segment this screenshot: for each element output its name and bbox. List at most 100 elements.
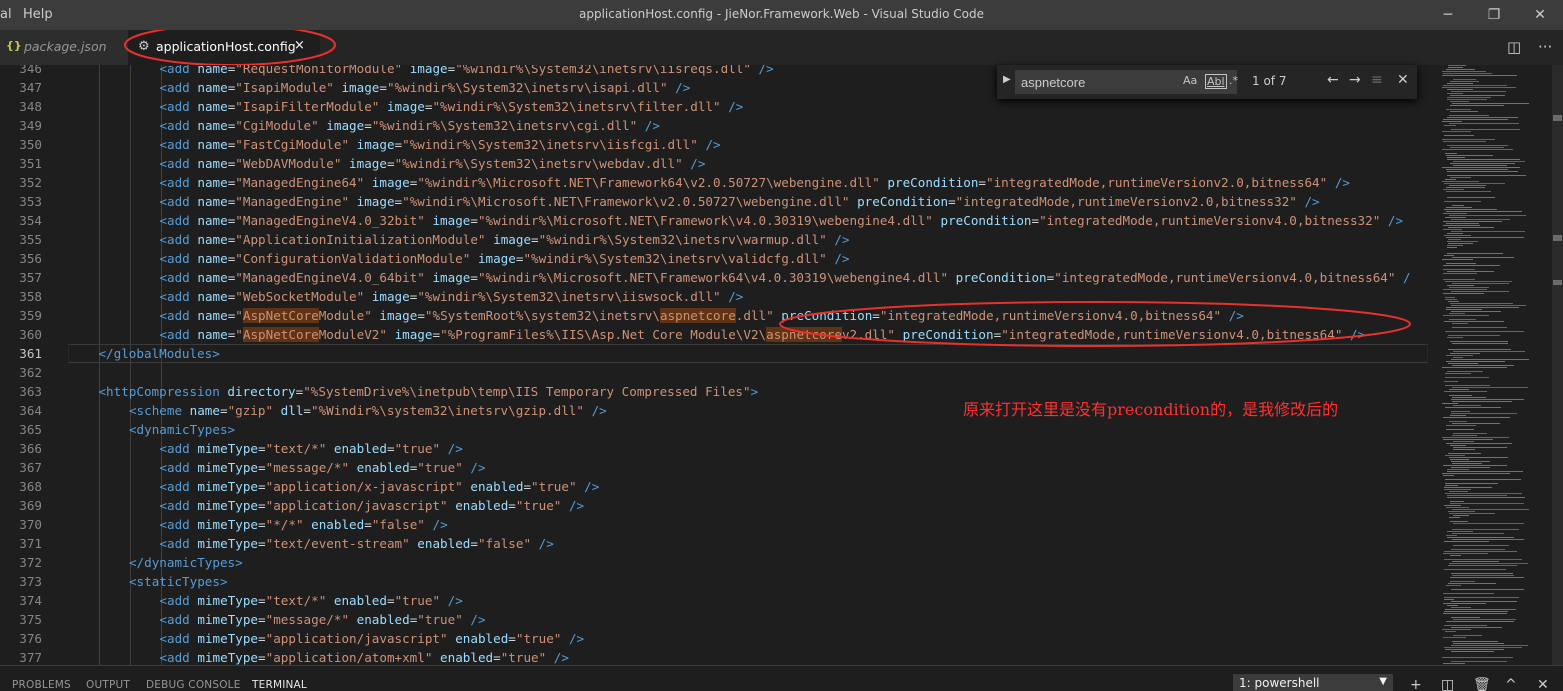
current-line-highlight: [68, 344, 1428, 363]
minimap-line: [1452, 529, 1519, 530]
minimap-line: [1444, 597, 1519, 598]
code-token: "ManagedEngineV4.0_32bit": [235, 213, 425, 228]
minimap-line: [1450, 147, 1504, 148]
minimize-button[interactable]: ─: [1425, 0, 1471, 30]
chevron-right-icon[interactable]: ▶: [1003, 74, 1011, 85]
minimap-line: [1453, 357, 1463, 358]
code-token: directory: [227, 384, 296, 399]
code-token: =: [379, 80, 387, 95]
menu-item-help[interactable]: Help: [23, 7, 53, 22]
add-icon[interactable]: +: [1410, 677, 1422, 691]
code-token: />: [553, 650, 569, 665]
split-icon[interactable]: ◫: [1441, 677, 1454, 691]
minimap-line: [1450, 111, 1478, 112]
minimap-line: [1453, 447, 1507, 448]
code-token: />: [834, 232, 850, 247]
minimap-line: [1445, 217, 1466, 218]
chevron-up-icon[interactable]: ^: [1505, 677, 1517, 691]
code-token: mimeType: [197, 498, 259, 513]
minimap-line: [1444, 209, 1497, 210]
minimap-line: [1446, 307, 1519, 308]
line-number: 377: [19, 650, 42, 665]
terminal-select[interactable]: 1: powershell ▼: [1233, 674, 1393, 691]
code-token: "gzip": [227, 403, 274, 418]
restore-button[interactable]: ❐: [1471, 0, 1517, 30]
code-line: 359 <add name="AspNetCoreModule" image="%…: [0, 306, 1428, 325]
minimap-line: [1450, 415, 1466, 416]
more-actions-icon[interactable]: ···: [1538, 38, 1552, 56]
code-text: <add mimeType="text/*" enabled="true" />: [159, 439, 462, 458]
code-token: <add: [159, 327, 198, 342]
match-case-toggle[interactable]: Aa: [1183, 74, 1197, 87]
code-editor[interactable]: 346 <add name="RequestMonitorModule" imag…: [0, 65, 1428, 665]
code-line: 368 <add mimeType="application/x-javascri…: [0, 477, 1428, 496]
code-token: "FastCgiModule": [235, 137, 350, 152]
minimap[interactable]: [1428, 65, 1552, 665]
minimap-line: [1451, 627, 1502, 628]
code-token: />: [1228, 308, 1244, 323]
code-token: <staticTypes>: [128, 574, 228, 589]
code-text: <staticTypes>: [129, 572, 228, 591]
search-match: aspnetcore: [766, 327, 842, 342]
find-input[interactable]: [1015, 70, 1237, 94]
code-token: "true": [500, 650, 547, 665]
trash-icon[interactable]: 🗑: [1473, 677, 1491, 691]
close-icon[interactable]: ✕: [1537, 677, 1549, 691]
minimap-line: [1450, 501, 1464, 502]
whole-word-toggle[interactable]: Abl: [1205, 74, 1227, 89]
tab-output[interactable]: OUTPUT: [86, 679, 130, 691]
code-line: 372 </dynamicTypes>: [0, 553, 1428, 572]
minimap-line: [1445, 297, 1455, 298]
code-line: 353 <add name="ManagedEngine" image="%win…: [0, 192, 1428, 211]
minimap-line: [1447, 285, 1474, 286]
tab-terminal[interactable]: TERMINAL: [252, 679, 307, 691]
line-number: 370: [19, 517, 42, 532]
find-in-selection-button[interactable]: ≡: [1371, 72, 1383, 88]
code-token: =: [258, 536, 266, 551]
minimap-line: [1443, 221, 1502, 222]
code-token: name: [197, 251, 228, 266]
minimap-line: [1447, 537, 1514, 538]
split-editor-icon[interactable]: ◫: [1507, 38, 1521, 56]
code-token: />: [758, 65, 774, 76]
code-token: "integratedMode,runtimeVersionv4.0,bitne…: [1001, 327, 1343, 342]
code-token: name: [197, 327, 228, 342]
minimap-line: [1453, 545, 1509, 546]
minimap-line: [1452, 397, 1486, 398]
minimap-line: [1444, 541, 1489, 542]
code-token: />: [705, 137, 721, 152]
menu-item-al[interactable]: al: [0, 7, 12, 22]
next-match-button[interactable]: →: [1349, 72, 1361, 88]
minimap-line: [1448, 565, 1517, 566]
minimap-line: [1445, 483, 1498, 484]
code-token: "ConfigurationValidationModule": [235, 251, 471, 266]
minimap-line: [1446, 621, 1514, 622]
previous-match-button[interactable]: ←: [1327, 72, 1339, 88]
vertical-scrollbar[interactable]: [1552, 65, 1563, 665]
minimap-line: [1451, 359, 1529, 360]
minimap-line: [1449, 563, 1528, 564]
tab-debug-console[interactable]: DEBUG CONSOLE: [146, 679, 241, 691]
line-number: 349: [19, 118, 42, 133]
minimap-line: [1443, 229, 1462, 230]
code-token: image: [349, 156, 387, 171]
code-token: "text/*": [265, 593, 327, 608]
code-token: =: [386, 441, 395, 456]
regex-toggle[interactable]: .*: [1229, 74, 1238, 87]
close-find-button[interactable]: ✕: [1397, 72, 1409, 88]
code-token: "%windir%\System32\inetsrv\validcfg.dll": [523, 251, 827, 266]
minimap-line: [1451, 549, 1505, 550]
tab-problems[interactable]: PROBLEMS: [12, 679, 71, 691]
code-token: <add: [159, 517, 198, 532]
minimap-line: [1446, 355, 1473, 356]
close-window-button[interactable]: ✕: [1517, 0, 1563, 30]
code-token: =: [386, 593, 395, 608]
